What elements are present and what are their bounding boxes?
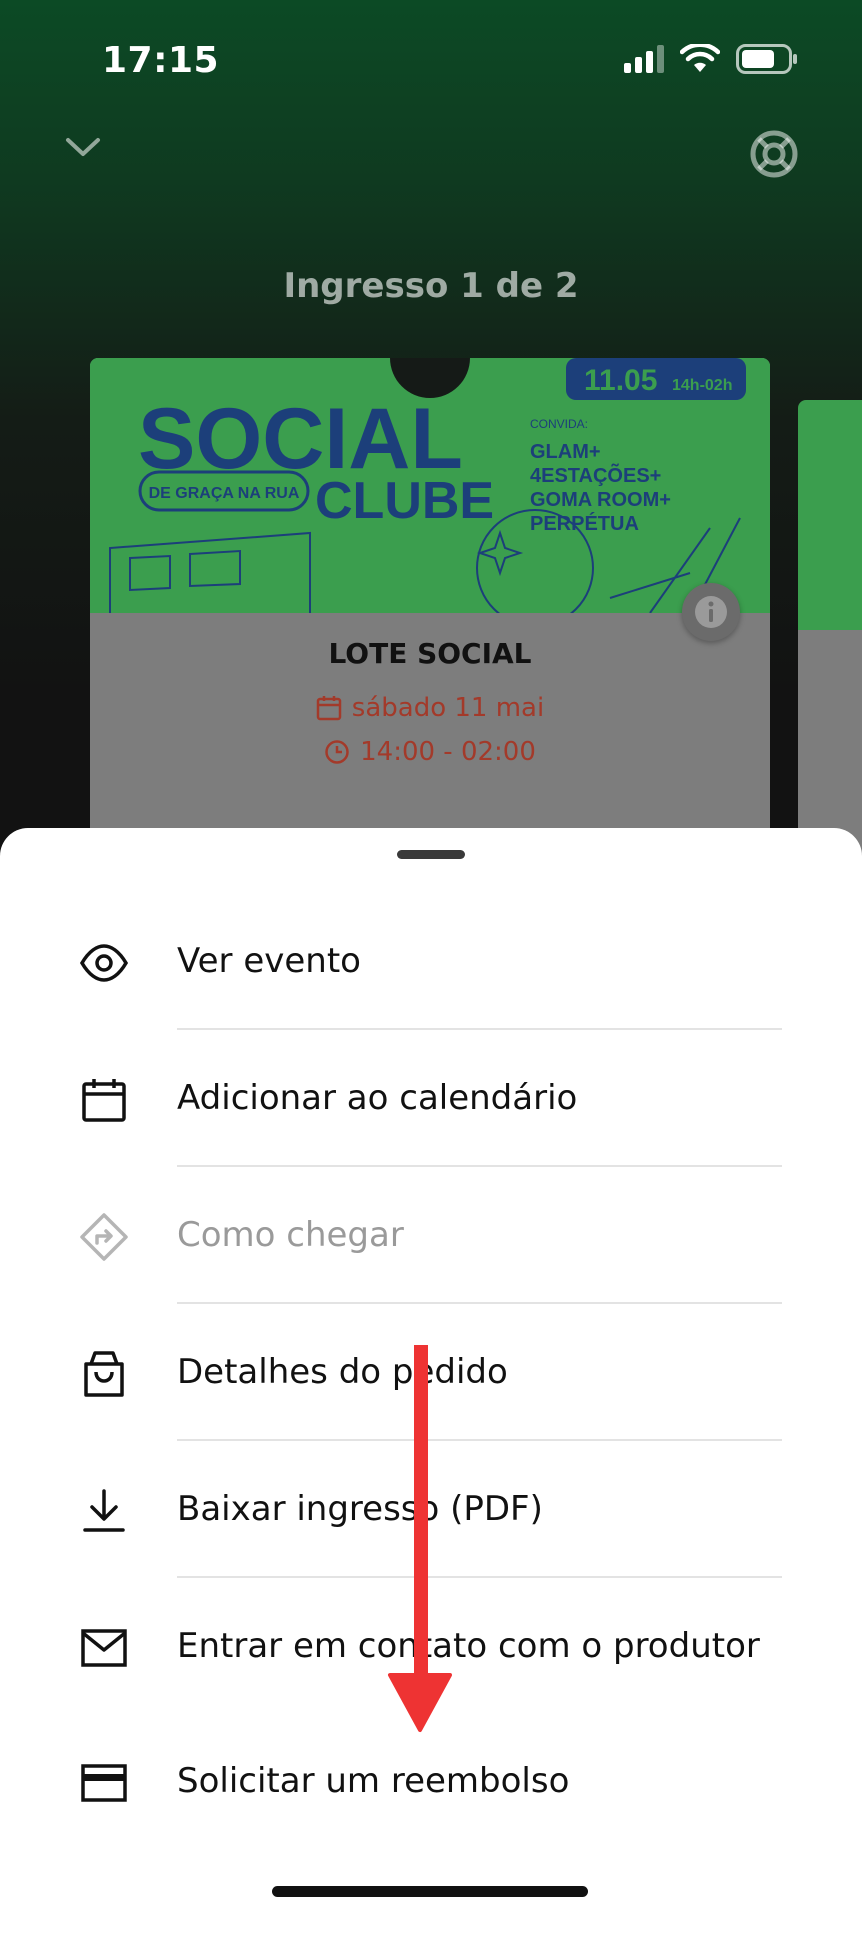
lineup-4: PERPÉTUA [530, 512, 639, 535]
menu-item-label: Entrar em contato com o produtor [177, 1626, 760, 1666]
lineup-3: GOMA ROOM+ [530, 489, 671, 511]
menu-item-label: Baixar ingresso (PDF) [177, 1489, 543, 1529]
ticket-counter: Ingresso 1 de 2 [283, 266, 579, 306]
ticket-title: LOTE SOCIAL [328, 637, 532, 670]
chevron-down-icon[interactable] [64, 134, 102, 160]
wifi-icon [680, 44, 720, 72]
banner-tag: DE GRAÇA NA RUA [149, 485, 300, 502]
menu-item-label: Detalhes do pedido [177, 1352, 508, 1392]
menu-item-label: Solicitar um reembolso [177, 1761, 570, 1801]
ticket-date: sábado 11 mai [90, 693, 770, 723]
home-indicator [272, 1886, 588, 1897]
help-lifebuoy-icon[interactable] [748, 128, 800, 180]
banner-convida: CONVIDA: [530, 417, 588, 431]
shopping-bag-icon [78, 1348, 130, 1400]
menu-item-label: Ver evento [177, 941, 361, 981]
event-banner: 11.05 14h-02h SOCIAL CLUBE DE GRAÇA NA R… [90, 358, 770, 613]
cellular-signal-icon [624, 45, 664, 73]
status-time: 17:15 [102, 40, 220, 81]
lineup-1: GLAM+ [530, 441, 601, 463]
eye-icon [78, 937, 130, 989]
download-icon [78, 1485, 130, 1537]
top-bar [0, 120, 862, 190]
calendar-icon [78, 1074, 130, 1126]
menu-item-adicionar-calendario[interactable]: Adicionar ao calendário [0, 1030, 862, 1167]
annotation-arrow [388, 1345, 452, 1732]
info-icon [695, 596, 727, 628]
banner-hours: 14h-02h [672, 377, 732, 394]
app-screen: 17:15 Ingresso 1 de 2 11.05 14h-02h SOCI… [0, 0, 862, 1953]
calendar-small-icon [316, 696, 342, 721]
credit-card-icon [78, 1757, 130, 1809]
menu-item-label: Adicionar ao calendário [177, 1078, 578, 1118]
menu-item-como-chegar[interactable]: Como chegar [0, 1167, 862, 1304]
ticket-date-text: sábado 11 mai [351, 693, 545, 723]
banner-event-name-2: CLUBE [315, 472, 494, 530]
sheet-grabber[interactable] [397, 850, 465, 859]
status-icons [624, 44, 798, 74]
ticket-time-text: 14:00 - 02:00 [360, 737, 536, 767]
menu-item-label: Como chegar [177, 1215, 404, 1255]
battery-icon [736, 44, 797, 74]
mail-icon [78, 1622, 130, 1674]
menu-item-ver-evento[interactable]: Ver evento [0, 893, 862, 1030]
ticket-time: 14:00 - 02:00 [90, 737, 770, 767]
banner-date: 11.05 [584, 364, 657, 397]
lineup-2: 4ESTAÇÕES+ [530, 463, 661, 487]
directions-icon [78, 1211, 130, 1263]
info-button[interactable] [682, 583, 740, 641]
clock-small-icon [325, 740, 349, 764]
